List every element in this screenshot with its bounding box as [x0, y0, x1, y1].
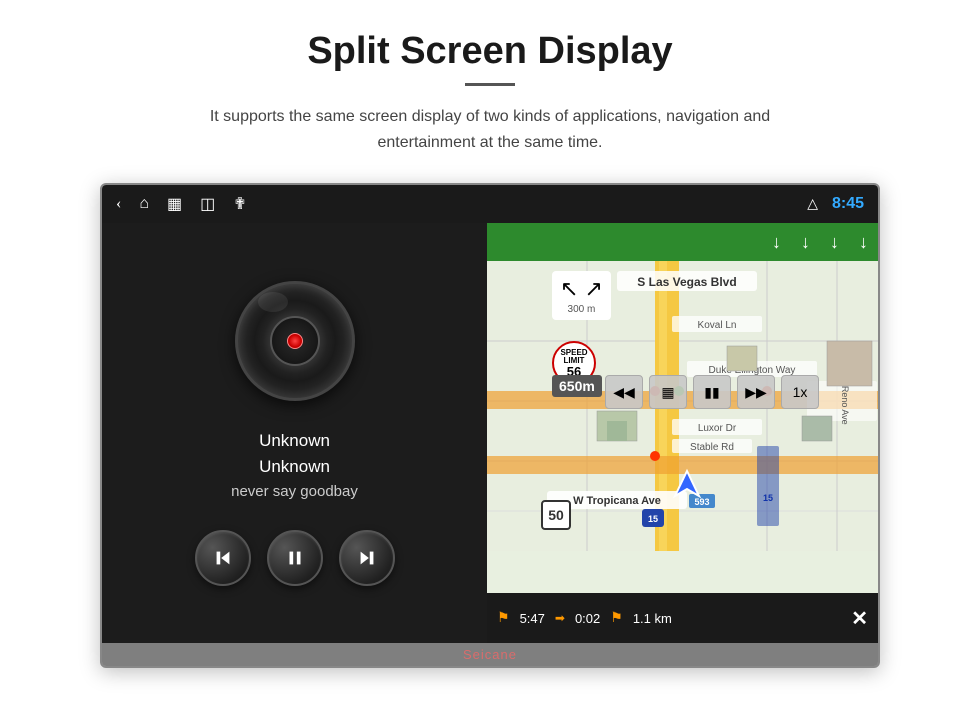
- turn-distance: 300 m: [568, 304, 596, 315]
- svg-text:Koval Ln: Koval Ln: [698, 320, 737, 331]
- next-track-button[interactable]: [339, 530, 395, 586]
- nav-speed-button[interactable]: 1x: [781, 375, 819, 409]
- recent-apps-icon[interactable]: ▦: [167, 194, 182, 214]
- vinyl-disc: [235, 281, 355, 401]
- svg-text:15: 15: [763, 493, 773, 503]
- gallery-icon[interactable]: ◫: [200, 194, 215, 214]
- nav-arrow-1: ↓: [772, 232, 781, 253]
- nav-playback-controls: ◀◀ ▦ ▮▮ ▶▶ 1x: [605, 375, 819, 409]
- nav-top-bar: ↓ ↓ ↓ ↓: [487, 223, 878, 261]
- back-icon[interactable]: ‹: [116, 195, 121, 213]
- vinyl-center-dot: [287, 333, 303, 349]
- nav-elapsed: 0:02: [575, 611, 600, 626]
- play-pause-button[interactable]: [267, 530, 323, 586]
- nav-panel: ↓ ↓ ↓ ↓: [487, 223, 878, 643]
- nav-bottom-bar: ⚑ 5:47 ➡ 0:02 ⚑ 1.1 km ✕: [487, 593, 878, 643]
- nav-distance: 1.1 km: [633, 611, 672, 626]
- prev-track-button[interactable]: [195, 530, 251, 586]
- nav-pause-button[interactable]: ▮▮: [693, 375, 731, 409]
- track-artist: Unknown: [259, 457, 330, 477]
- svg-text:15: 15: [648, 514, 658, 524]
- nav-end-flag: ⚑: [610, 610, 623, 627]
- nav-arrow-icon: ➡: [555, 611, 565, 626]
- media-controls: [195, 530, 395, 586]
- nav-arrow-2: ↓: [801, 232, 810, 253]
- nav-prev-button[interactable]: ◀◀: [605, 375, 643, 409]
- svg-text:W Tropicana Ave: W Tropicana Ave: [573, 495, 661, 507]
- status-time: 8:45: [832, 195, 864, 213]
- title-divider: [465, 83, 515, 86]
- nav-arrow-4: ↓: [859, 232, 868, 253]
- svg-text:S Las Vegas Blvd: S Las Vegas Blvd: [637, 275, 736, 289]
- track-album: never say goodbay: [231, 483, 358, 500]
- nav-arrow-3: ↓: [830, 232, 839, 253]
- vinyl-highlight: [258, 292, 288, 312]
- svg-text:Stable Rd: Stable Rd: [690, 442, 734, 453]
- svg-text:593: 593: [694, 497, 709, 507]
- eject-icon[interactable]: △: [807, 196, 818, 213]
- media-panel: Unknown Unknown never say goodbay: [102, 223, 487, 643]
- nav-start-flag: ⚑: [497, 610, 510, 627]
- nav-close-button[interactable]: ✕: [851, 606, 868, 631]
- watermark: Seicane: [102, 643, 878, 666]
- nav-checkerboard-button[interactable]: ▦: [649, 375, 687, 409]
- nav-turn-indicator: ↖ ↗ 300 m: [552, 271, 611, 320]
- page-title: Split Screen Display: [307, 30, 672, 73]
- home-icon[interactable]: ⌂: [139, 195, 149, 213]
- svg-text:Luxor Dr: Luxor Dr: [698, 423, 737, 434]
- svg-text:50: 50: [548, 507, 564, 523]
- page-subtitle: It supports the same screen display of t…: [180, 104, 800, 155]
- track-title: Unknown: [259, 431, 330, 451]
- device-frame: ‹ ⌂ ▦ ◫ ✟ △ 8:45 Unknown Unknown never s…: [100, 183, 880, 668]
- vinyl-inner: [270, 316, 320, 366]
- usb-icon[interactable]: ✟: [233, 194, 246, 214]
- nav-next-button[interactable]: ▶▶: [737, 375, 775, 409]
- status-bar: ‹ ⌂ ▦ ◫ ✟ △ 8:45: [102, 185, 878, 223]
- split-screen: Unknown Unknown never say goodbay: [102, 223, 878, 643]
- distance-to-turn: 650m: [552, 375, 602, 397]
- nav-time: 5:47: [520, 611, 545, 626]
